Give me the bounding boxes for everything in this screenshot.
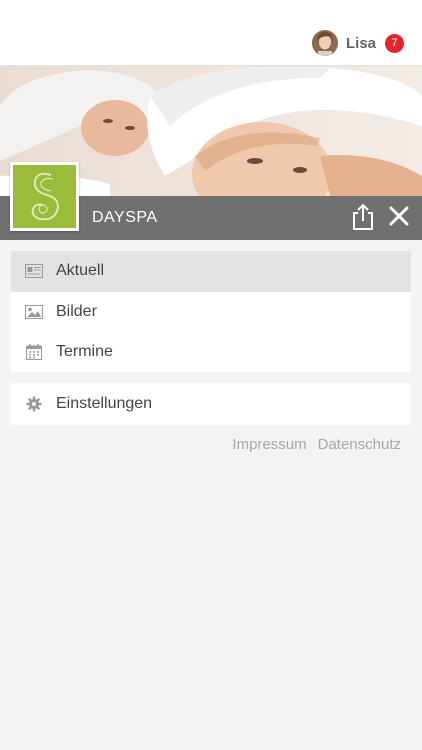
menu-item-label: Aktuell [56,262,105,280]
datenschutz-link[interactable]: Datenschutz [318,436,401,453]
top-bar: Lisa 7 [0,0,422,66]
avatar[interactable] [311,30,338,56]
impressum-link[interactable]: Impressum [232,436,306,453]
menu-item-einstellungen[interactable]: Einstellungen [11,383,411,425]
menu-item-label: Einstellungen [56,395,153,412]
menu-item-aktuell[interactable]: Aktuell [11,251,411,292]
gear-icon [25,396,43,412]
share-icon [353,203,373,230]
settings-menu: Einstellungen [11,383,411,425]
menu-item-bilder[interactable]: Bilder [11,292,411,333]
newspaper-icon [25,263,43,279]
image-icon [25,304,43,320]
share-button[interactable] [350,203,376,231]
menu-item-label: Bilder [56,302,97,320]
user-name[interactable]: Lisa [346,35,376,52]
menu-item-termine[interactable]: Termine [11,332,411,373]
app-logo [10,162,79,231]
menu-item-label: Termine [56,343,113,361]
user-profile[interactable]: Lisa 7 [311,30,404,56]
close-icon [389,206,409,226]
close-button[interactable] [388,205,410,227]
calendar-icon [25,344,43,361]
footer-links: Impressum Datenschutz [232,436,401,453]
notification-badge: 7 [385,33,404,53]
app-title: DAYSPA [92,209,158,226]
swirl-logo-icon [13,165,76,228]
main-menu: Aktuell Bilder Termine [11,251,411,372]
